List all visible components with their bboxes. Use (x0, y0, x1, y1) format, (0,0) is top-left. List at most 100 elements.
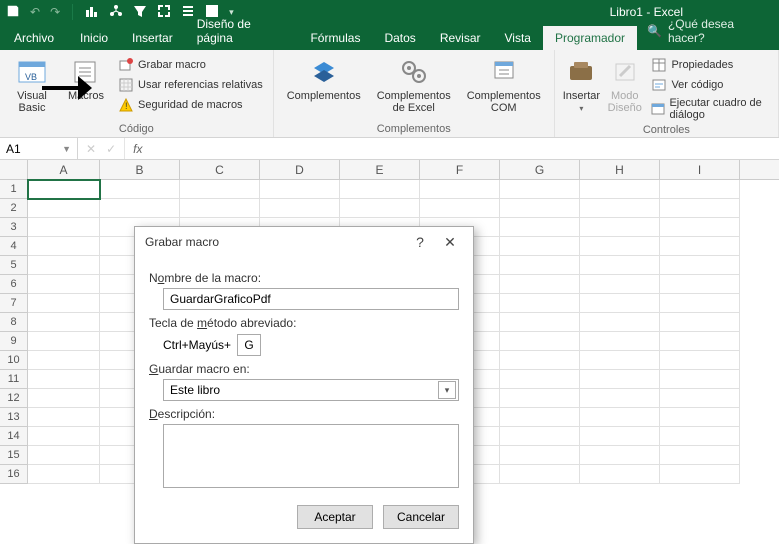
column-header[interactable]: A (28, 160, 100, 179)
cell[interactable] (660, 237, 740, 256)
row-header[interactable]: 8 (0, 313, 28, 332)
cell[interactable] (500, 351, 580, 370)
tab-insertar[interactable]: Insertar (120, 26, 185, 50)
cell[interactable] (580, 275, 660, 294)
cell[interactable] (28, 465, 100, 484)
cell[interactable] (660, 313, 740, 332)
cell[interactable] (580, 199, 660, 218)
cell[interactable] (28, 351, 100, 370)
cell[interactable] (580, 256, 660, 275)
cell[interactable] (660, 294, 740, 313)
cell[interactable] (420, 199, 500, 218)
cell[interactable] (660, 275, 740, 294)
tab-file[interactable]: Archivo (4, 26, 68, 50)
cell[interactable] (28, 256, 100, 275)
fullscreen-icon[interactable] (157, 4, 171, 21)
cell[interactable] (580, 408, 660, 427)
cell[interactable] (28, 370, 100, 389)
help-icon[interactable]: ? (405, 234, 435, 250)
cell[interactable] (28, 237, 100, 256)
cell[interactable] (660, 332, 740, 351)
complementos-button[interactable]: Complementos (282, 54, 366, 114)
row-header[interactable]: 11 (0, 370, 28, 389)
cell[interactable] (28, 389, 100, 408)
cell[interactable] (660, 446, 740, 465)
cell[interactable] (500, 389, 580, 408)
accept-button[interactable]: Aceptar (297, 505, 373, 529)
cell[interactable] (580, 465, 660, 484)
row-header[interactable]: 2 (0, 199, 28, 218)
description-input[interactable] (163, 424, 459, 488)
cell[interactable] (180, 180, 260, 199)
cell[interactable] (180, 199, 260, 218)
cell[interactable] (100, 199, 180, 218)
cell[interactable] (660, 351, 740, 370)
cell[interactable] (580, 180, 660, 199)
tab-revisar[interactable]: Revisar (428, 26, 493, 50)
tab-datos[interactable]: Datos (372, 26, 427, 50)
cell[interactable] (28, 408, 100, 427)
store-in-select[interactable]: Este libro ▾ (163, 379, 459, 401)
cell[interactable] (580, 294, 660, 313)
row-header[interactable]: 10 (0, 351, 28, 370)
cell[interactable] (660, 218, 740, 237)
cell[interactable] (500, 370, 580, 389)
cell[interactable] (100, 180, 180, 199)
cell[interactable] (500, 218, 580, 237)
cell[interactable] (500, 332, 580, 351)
complementos-excel-button[interactable]: Complementos de Excel (372, 54, 456, 114)
tab-inicio[interactable]: Inicio (68, 26, 120, 50)
filter-icon[interactable] (133, 4, 147, 21)
cell[interactable] (660, 370, 740, 389)
row-header[interactable]: 4 (0, 237, 28, 256)
cancel-button[interactable]: Cancelar (383, 505, 459, 529)
cell[interactable] (580, 446, 660, 465)
row-header[interactable]: 9 (0, 332, 28, 351)
column-header[interactable]: F (420, 160, 500, 179)
cell[interactable] (500, 313, 580, 332)
name-box[interactable]: A1 ▼ (0, 138, 78, 159)
row-header[interactable]: 14 (0, 427, 28, 446)
cell[interactable] (500, 180, 580, 199)
cell[interactable] (660, 180, 740, 199)
row-header[interactable]: 15 (0, 446, 28, 465)
tab-vista[interactable]: Vista (493, 26, 543, 50)
cell[interactable] (660, 256, 740, 275)
cell[interactable] (580, 332, 660, 351)
cell[interactable] (580, 351, 660, 370)
cell[interactable] (580, 389, 660, 408)
cell[interactable] (500, 275, 580, 294)
column-header[interactable]: E (340, 160, 420, 179)
cell[interactable] (28, 313, 100, 332)
row-header[interactable]: 7 (0, 294, 28, 313)
cell[interactable] (28, 218, 100, 237)
cell[interactable] (420, 180, 500, 199)
propiedades-button[interactable]: Propiedades (649, 56, 770, 74)
chart-column-icon[interactable] (85, 4, 99, 21)
grabar-macro-button[interactable]: Grabar macro (116, 56, 265, 74)
select-all-button[interactable] (0, 160, 28, 180)
column-header[interactable]: G (500, 160, 580, 179)
cell[interactable] (660, 408, 740, 427)
formula-input[interactable] (150, 138, 779, 159)
chart-hierarchy-icon[interactable] (109, 4, 123, 21)
cell[interactable] (660, 465, 740, 484)
cell[interactable] (260, 180, 340, 199)
macros-button[interactable]: Macros (62, 54, 110, 114)
column-header[interactable]: I (660, 160, 740, 179)
row-header[interactable]: 16 (0, 465, 28, 484)
tab-diseno[interactable]: Diseño de página (185, 12, 299, 50)
cell[interactable] (28, 180, 100, 199)
column-header[interactable]: H (580, 160, 660, 179)
column-header[interactable]: C (180, 160, 260, 179)
row-header[interactable]: 5 (0, 256, 28, 275)
cell[interactable] (580, 218, 660, 237)
cell[interactable] (580, 427, 660, 446)
row-header[interactable]: 13 (0, 408, 28, 427)
cell[interactable] (580, 237, 660, 256)
cell[interactable] (28, 199, 100, 218)
cell[interactable] (340, 180, 420, 199)
cell[interactable] (500, 408, 580, 427)
macro-name-input[interactable] (163, 288, 459, 310)
row-header[interactable]: 6 (0, 275, 28, 294)
